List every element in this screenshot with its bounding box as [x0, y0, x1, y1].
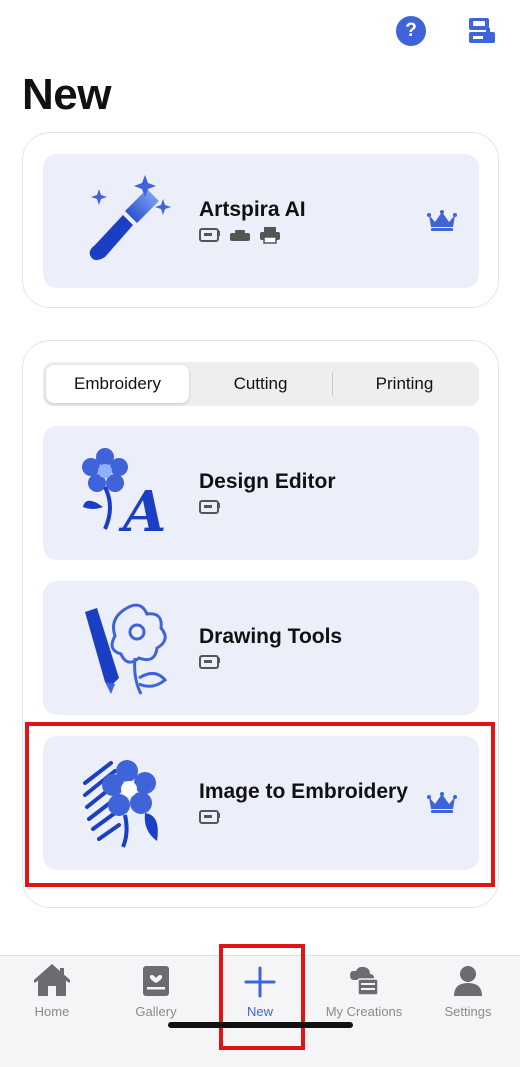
home-indicator [168, 1022, 353, 1028]
embroidery-machine-icon [199, 228, 220, 242]
segment-label: Printing [375, 374, 434, 393]
tab-label: My Creations [325, 1004, 403, 1019]
page-title: New [22, 70, 111, 119]
help-button[interactable]: ? [396, 16, 426, 46]
segment-embroidery[interactable]: Embroidery [46, 365, 189, 403]
tab-my-creations[interactable]: My Creations [312, 964, 416, 1019]
gallery-icon [143, 966, 169, 996]
segment-label: Cutting [233, 374, 288, 393]
compatibility-icons [199, 498, 479, 516]
cutting-machine-icon [230, 230, 250, 241]
cloud-folder-icon [350, 966, 379, 996]
machine-connection-button[interactable] [466, 16, 496, 46]
design-editor-card[interactable]: A Design Editor [43, 426, 479, 560]
help-icon: ? [405, 20, 417, 41]
embroidery-machine-icon [469, 18, 495, 43]
highlight-box-new-tab [219, 944, 305, 1050]
drawing-tools-card[interactable]: Drawing Tools [43, 581, 479, 715]
pen-flower-icon [65, 588, 185, 708]
ai-brush-icon [65, 161, 185, 281]
card-title: Design Editor [199, 470, 336, 493]
premium-crown-icon [427, 210, 457, 231]
category-segmented-control: Embroidery Cutting Printing [43, 362, 479, 406]
highlight-box-image-to-embroidery [25, 722, 495, 887]
segment-cutting[interactable]: Cutting [189, 365, 332, 403]
tab-label: Home [34, 1004, 70, 1019]
tab-settings[interactable]: Settings [416, 964, 520, 1019]
top-toolbar: ? [396, 16, 496, 46]
ai-section: Artspira AI [22, 132, 499, 308]
svg-text:A: A [118, 479, 166, 543]
tab-label: Settings [444, 1004, 492, 1019]
compatibility-icons [199, 653, 479, 671]
artspira-ai-card[interactable]: Artspira AI [43, 154, 479, 288]
embroidery-machine-icon [199, 655, 220, 669]
house-icon [34, 964, 70, 996]
embroidery-machine-icon [199, 500, 220, 514]
tab-gallery[interactable]: Gallery [104, 964, 208, 1019]
person-icon [454, 966, 482, 996]
tab-label: Gallery [135, 1004, 177, 1019]
printer-icon [260, 227, 280, 244]
flower-letter-icon: A [65, 433, 185, 553]
card-title: Drawing Tools [199, 625, 343, 648]
tab-home[interactable]: Home [0, 964, 104, 1019]
segment-printing[interactable]: Printing [333, 365, 476, 403]
segment-label: Embroidery [74, 374, 161, 393]
